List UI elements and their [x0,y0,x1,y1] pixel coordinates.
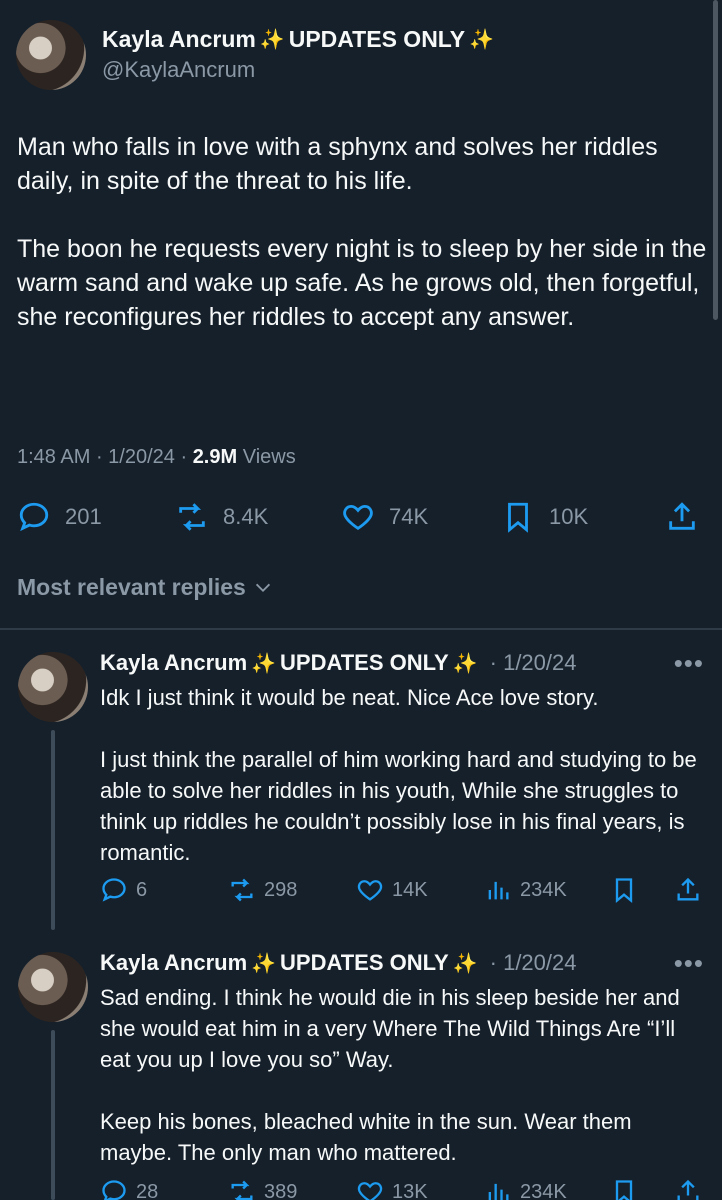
tweet-date[interactable]: 1/20/24 [108,446,175,468]
share-icon [677,877,699,901]
reply-header: Kayla Ancrum ✨ UPDATES ONLY ✨ · 1/20/24 [100,950,576,976]
views-count: 2.9M [192,446,238,468]
share-button[interactable] [665,500,699,534]
reply-actions: 6 298 14K 234K [100,876,705,906]
reply-button[interactable]: 28 [100,1178,158,1200]
share-icon [669,502,695,530]
repost-count: 298 [264,878,298,901]
sparkle-icon: ✨ [452,652,478,675]
repost-button[interactable]: 298 [228,876,297,904]
display-name-suffix[interactable]: UPDATES ONLY [280,650,449,676]
reply-text: Sad ending. I think he would die in his … [100,985,680,1165]
thread-line [51,1030,55,1200]
reply-icon [19,502,49,532]
avatar[interactable] [18,652,88,722]
reply-text: Idk I just think it would be neat. Nice … [100,685,697,865]
bookmark-icon [615,1180,633,1200]
bookmark-icon [615,878,633,903]
sparkle-icon: ✨ [251,652,277,675]
like-count: 74K [389,504,429,529]
sparkle-icon: ✨ [259,29,285,51]
like-count: 14K [392,878,428,901]
reply-icon [102,878,126,902]
sparkle-icon: ✨ [452,952,478,975]
reply-count: 201 [65,504,102,529]
avatar[interactable] [16,20,86,90]
thread-line [51,730,55,930]
reply-tweet[interactable]: Kayla Ancrum ✨ UPDATES ONLY ✨ · 1/20/24 … [0,630,722,930]
like-button[interactable]: 74K [341,500,428,534]
display-name[interactable]: Kayla Ancrum [100,650,247,676]
share-icon [677,1179,699,1200]
bookmark-button[interactable] [610,876,638,904]
chevron-down-icon [255,583,270,592]
more-icon[interactable]: ••• [674,948,704,979]
like-icon [357,1182,383,1200]
bookmark-icon [508,502,528,533]
views-count: 234K [520,878,567,901]
repost-count: 389 [264,1180,298,1200]
reply-button[interactable]: 201 [17,500,102,534]
like-button[interactable]: 14K [356,876,428,904]
avatar[interactable] [18,952,88,1022]
display-name: Kayla Ancrum [102,26,256,52]
share-button[interactable] [674,1178,702,1200]
tweet-meta: 1:48 AM · 1/20/24 · 2.9M Views [17,446,296,468]
like-icon [357,880,383,901]
views-icon [488,1183,509,1200]
like-icon [343,504,373,531]
bookmark-button[interactable]: 10K [501,500,588,534]
reply-icon [102,1180,126,1200]
reply-count: 6 [136,878,148,901]
share-button[interactable] [674,876,702,904]
reply-header: Kayla Ancrum ✨ UPDATES ONLY ✨ · 1/20/24 [100,650,576,676]
display-name[interactable]: Kayla Ancrum [100,950,247,976]
reply-date[interactable]: · 1/20/24 [490,650,577,676]
tweet-actions: 201 8.4K 74K 10K [17,500,707,536]
views-icon [488,881,509,900]
reply-button[interactable]: 6 [100,876,147,904]
tweet-text: Man who falls in love with a sphynx and … [17,133,707,331]
repost-button[interactable]: 8.4K [175,500,268,534]
repost-button[interactable]: 389 [228,1178,297,1200]
replies-sort-label: Most relevant replies [17,574,246,600]
like-count: 13K [392,1180,428,1200]
display-name-suffix[interactable]: UPDATES ONLY [280,950,449,976]
repost-count: 8.4K [223,504,269,529]
repost-icon [231,878,253,902]
bookmark-count: 10K [549,504,589,529]
views-label: Views [242,446,296,468]
main-tweet: Kayla Ancrum ✨ UPDATES ONLY ✨ @KaylaAncr… [0,0,722,628]
reply-tweet[interactable]: Kayla Ancrum ✨ UPDATES ONLY ✨ · 1/20/24 … [0,930,722,1200]
repost-icon [231,1180,253,1200]
author-name-row[interactable]: Kayla Ancrum ✨ UPDATES ONLY ✨ [102,26,494,53]
sparkle-icon: ✨ [469,29,494,51]
sparkle-icon: ✨ [251,952,277,975]
views-button[interactable]: 234K [484,1178,567,1200]
tweet-time[interactable]: 1:48 AM [17,446,90,468]
reply-count: 28 [136,1180,159,1200]
views-count: 234K [520,1180,567,1200]
more-icon[interactable]: ••• [674,648,704,679]
display-name-suffix: UPDATES ONLY [288,26,466,52]
replies-sort-toggle[interactable]: Most relevant replies [17,574,274,601]
author-handle[interactable]: @KaylaAncrum [102,57,255,83]
reply-date[interactable]: · 1/20/24 [490,950,577,976]
repost-icon [179,503,205,531]
bookmark-button[interactable] [610,1178,638,1200]
like-button[interactable]: 13K [356,1178,428,1200]
views-button[interactable]: 234K [484,876,567,904]
reply-actions: 28 389 13K 234K [100,1178,705,1200]
